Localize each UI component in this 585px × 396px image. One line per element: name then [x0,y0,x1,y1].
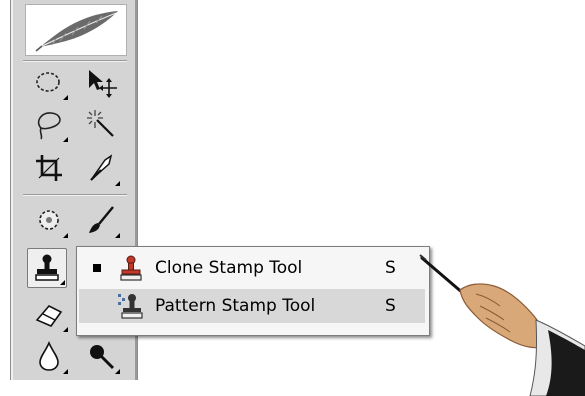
slice-tool-button[interactable] [81,148,121,188]
move-arrow-icon [89,70,117,98]
flyout-indicator-icon [63,369,68,374]
menu-item-label: Pattern Stamp Tool [155,296,316,316]
lasso-icon [37,112,61,140]
menu-item-clone-stamp[interactable]: Clone Stamp Tool S [79,251,425,285]
flyout-indicator-icon [115,233,120,238]
crop-tool-button[interactable] [29,148,69,188]
menu-item-label: Clone Stamp Tool [155,258,303,278]
drop-icon [39,341,59,371]
flyout-indicator-icon [115,369,120,374]
eraser-icon [35,305,63,327]
brush-icon [89,206,114,233]
magic-wand-tool-button[interactable] [81,104,121,144]
elliptical-marquee-icon [36,72,60,92]
healing-tool-button[interactable] [29,200,69,240]
crop-icon [36,155,62,181]
stamp-tool-flyout-menu: Clone Stamp Tool S Pattern Stamp Tool S [76,246,430,336]
pattern-stamp-icon [118,294,143,319]
inactive-tool-bullet [93,302,101,310]
marquee-tool-button[interactable] [29,62,69,102]
menu-item-pattern-stamp[interactable]: Pattern Stamp Tool S [79,289,425,323]
photoshop-feather-logo [25,4,127,56]
magic-wand-icon [87,110,114,137]
active-tool-bullet [93,264,101,272]
stamp-tool-button[interactable] [27,248,67,288]
flyout-indicator-icon [63,233,68,238]
move-tool-button[interactable] [81,62,121,102]
flyout-indicator-icon [63,137,68,142]
clone-stamp-icon [35,254,59,281]
eraser-tool-button[interactable] [29,294,69,334]
brush-tool-button[interactable] [81,200,121,240]
blur-tool-button[interactable] [29,336,69,376]
lasso-tool-button[interactable] [29,104,69,144]
pointing-hand-illustration [419,254,585,396]
flyout-indicator-icon [60,280,65,285]
flyout-indicator-icon [63,95,68,100]
feather-icon [35,11,118,52]
flyout-indicator-icon [63,327,68,332]
dodge-icon [90,345,115,370]
slice-knife-icon [90,154,113,181]
flyout-indicator-icon [115,181,120,186]
separator [23,194,127,196]
clone-stamp-icon [120,255,142,281]
bandage-icon [39,210,59,230]
dodge-tool-button[interactable] [81,336,121,376]
panel-edge-left [11,0,13,380]
